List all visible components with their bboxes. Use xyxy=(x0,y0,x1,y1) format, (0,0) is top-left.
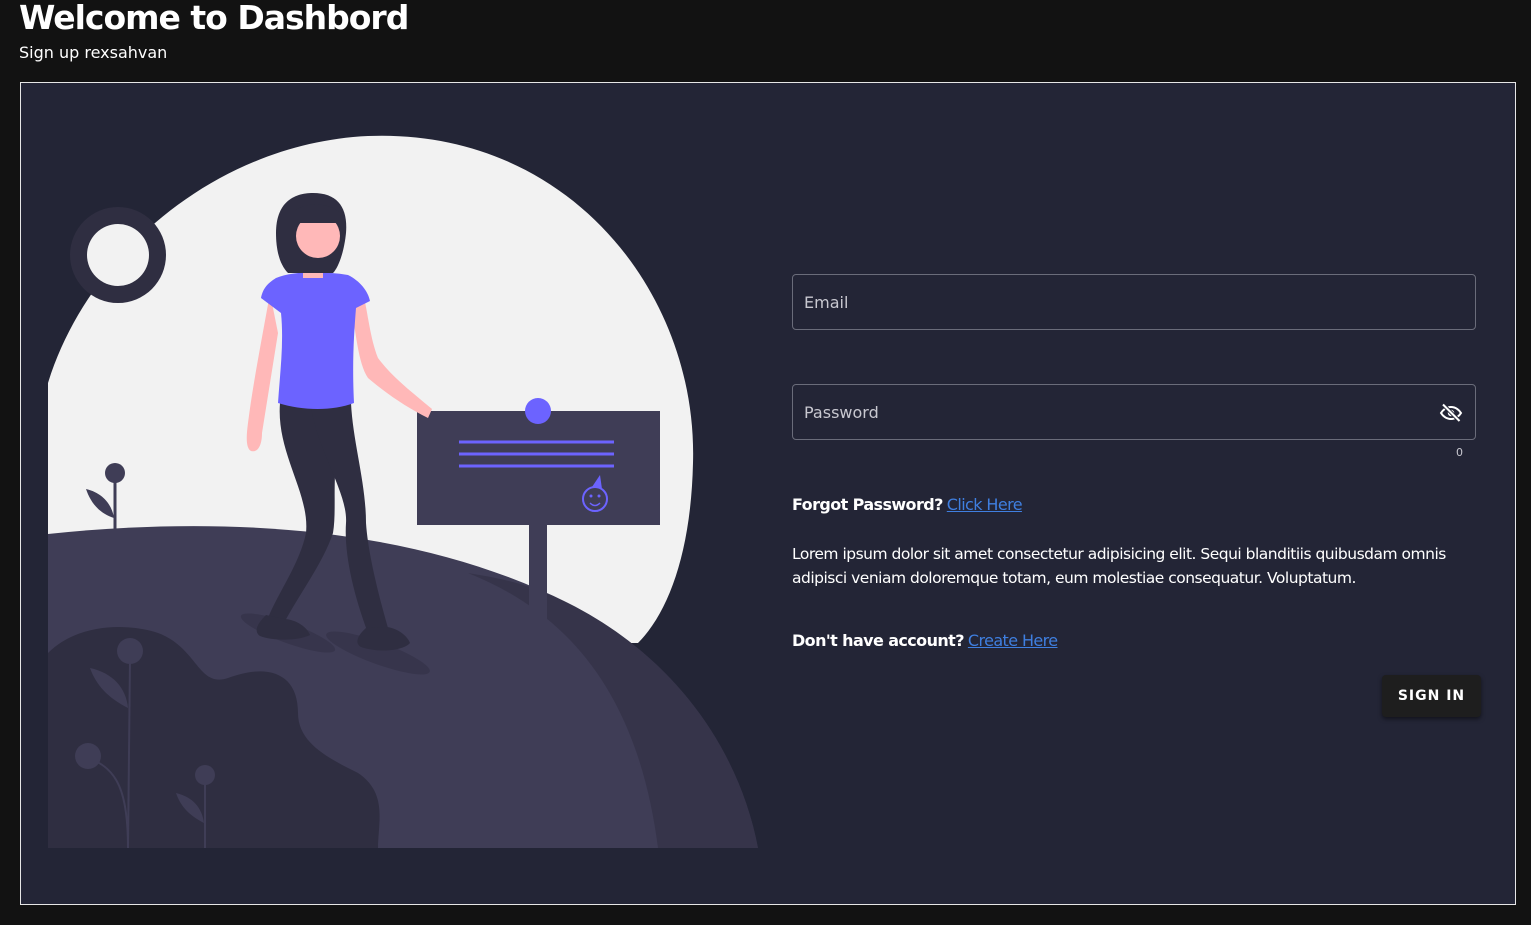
email-field-container xyxy=(792,274,1476,330)
sign-in-button[interactable]: SIGN IN xyxy=(1382,675,1481,717)
login-form: 0 Forgot Password?Click Here Lorem ipsum… xyxy=(792,274,1482,734)
eye-off-icon[interactable] xyxy=(1439,401,1463,425)
login-card: 0 Forgot Password?Click Here Lorem ipsum… xyxy=(20,82,1516,905)
small-planet xyxy=(87,224,149,286)
password-field-container xyxy=(792,384,1476,440)
page-subtitle: Sign up rexsahvan xyxy=(19,43,168,62)
password-input[interactable] xyxy=(793,385,1475,439)
person-on-hill-illustration xyxy=(48,135,758,848)
plant-bud xyxy=(105,463,125,483)
forgot-password-row: Forgot Password? Click Here xyxy=(792,495,1023,514)
create-account-row: Don't have account? Create Here xyxy=(792,631,1058,650)
forgot-password-prompt: Forgot Password? xyxy=(792,495,943,514)
password-char-count: 0 xyxy=(1456,446,1463,459)
sign-board xyxy=(417,411,660,525)
page-title: Welcome to Dashbord xyxy=(19,0,409,37)
sign-post xyxy=(529,523,547,653)
email-input[interactable] xyxy=(793,275,1475,329)
description-text: Lorem ipsum dolor sit amet consectetur a… xyxy=(792,545,1446,587)
create-account-link[interactable]: Create Here xyxy=(968,631,1058,650)
create-account-prompt: Don't have account? xyxy=(792,631,964,650)
forgot-password-link[interactable]: Click Here xyxy=(947,495,1023,514)
